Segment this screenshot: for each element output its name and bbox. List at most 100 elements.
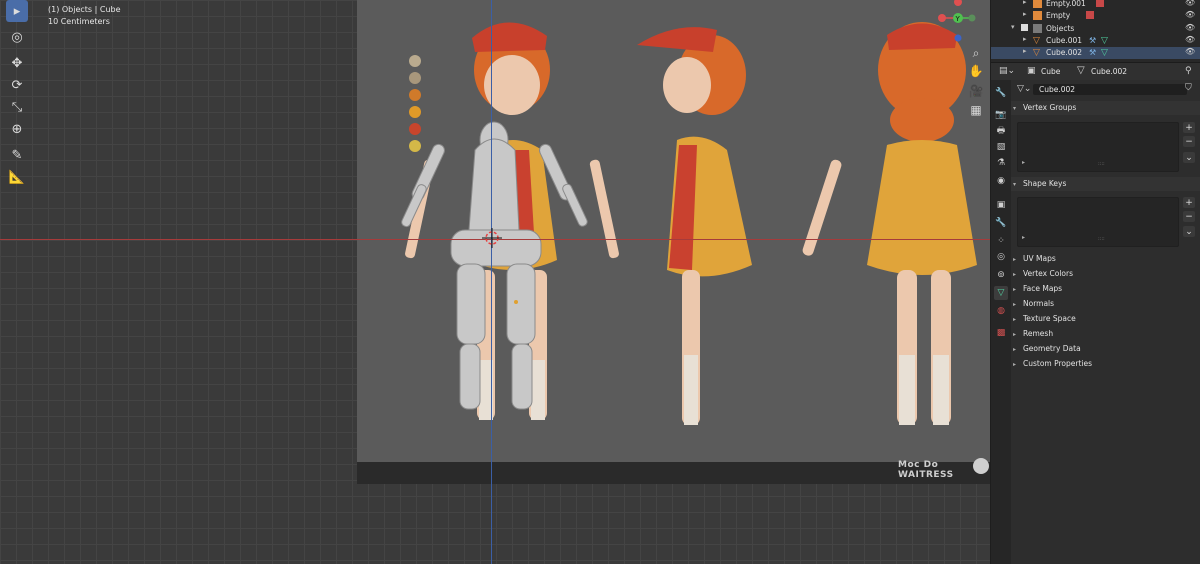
- color-swatch: [409, 106, 421, 118]
- zoom-icon[interactable]: ⌕: [966, 44, 986, 62]
- annotate-icon[interactable]: ✎: [6, 144, 28, 166]
- shape-key-menu-button[interactable]: ⌄: [1183, 226, 1195, 237]
- visibility-eye-icon[interactable]: 👁: [1185, 47, 1195, 56]
- viewport-info-scale: 10 Centimeters: [48, 17, 110, 26]
- particles-tab-icon[interactable]: ⁘: [994, 234, 1008, 248]
- 3d-viewport[interactable]: Moc Do WAITRESS (1) Objects | Cube 10 Ce…: [0, 0, 990, 564]
- custom-properties-panel[interactable]: ▸ Custom Properties: [1013, 359, 1199, 368]
- shape-keys-list[interactable]: ▸ ::::: [1017, 197, 1179, 247]
- add-vertex-group-button[interactable]: +: [1183, 122, 1195, 133]
- mesh-data-icon: ▽⌄: [1017, 84, 1032, 94]
- outliner[interactable]: ▸ Empty.001 👁 ▸ Empty 👁 ▾ Objects 👁 ▸ ▽ …: [991, 0, 1200, 62]
- character-reference-drawing: [401, 22, 977, 425]
- move-icon[interactable]: ✥: [6, 52, 28, 74]
- outliner-row[interactable]: ▸ ▽ Cube.001 ⚒ ▽ 👁: [991, 35, 1200, 47]
- normals-panel[interactable]: ▸ Normals: [1013, 299, 1199, 308]
- transform-icon[interactable]: ⊕: [6, 118, 28, 140]
- pin-icon[interactable]: ⚲: [1185, 66, 1192, 76]
- color-swatch: [409, 89, 421, 101]
- constraint-icon: [1096, 0, 1104, 7]
- cursor-icon[interactable]: ◎: [6, 26, 28, 48]
- outliner-row-selected[interactable]: ▸ ▽ Cube.002 ⚒ ▽ 👁: [991, 47, 1200, 59]
- mesh-object-icon: ▽: [1033, 36, 1040, 46]
- vertex-groups-title: ▾ Vertex Groups: [1013, 103, 1077, 112]
- list-expand-icon[interactable]: ▸: [1022, 234, 1025, 241]
- world-tab-icon[interactable]: ◉: [994, 174, 1008, 188]
- geometry-data-panel[interactable]: ▸ Geometry Data: [1013, 344, 1199, 353]
- modifier-wrench-icon: ⚒: [1089, 36, 1097, 45]
- visibility-eye-icon[interactable]: 👁: [1185, 0, 1195, 7]
- constraints-tab-icon[interactable]: ⊚: [994, 268, 1008, 282]
- scale-icon[interactable]: ⤡: [6, 96, 28, 118]
- modifier-wrench-icon: ⚒: [1089, 48, 1097, 57]
- reference-title-band: [357, 462, 990, 484]
- render-tab-icon[interactable]: 📷: [994, 108, 1008, 122]
- tool-tab-icon[interactable]: 🔧: [994, 86, 1008, 100]
- add-shape-key-button[interactable]: +: [1183, 197, 1195, 208]
- back-character: [802, 22, 977, 425]
- visibility-eye-icon[interactable]: 👁: [1185, 23, 1195, 32]
- y-axis-line: [491, 0, 492, 564]
- pan-hand-icon[interactable]: ✋: [966, 62, 986, 80]
- rotate-icon[interactable]: ⟳: [6, 74, 28, 96]
- view-layer-tab-icon[interactable]: ▧: [994, 140, 1008, 154]
- vertex-colors-panel[interactable]: ▸ Vertex Colors: [1013, 269, 1199, 278]
- viewport-info-objects: (1) Objects | Cube: [48, 5, 121, 14]
- select-box-icon[interactable]: ▸: [6, 0, 28, 22]
- vertex-group-menu-button[interactable]: ⌄: [1183, 152, 1195, 163]
- gizmo-y-label: Y: [955, 15, 961, 23]
- remesh-panel[interactable]: ▸ Remesh: [1013, 329, 1199, 338]
- color-swatch: [409, 72, 421, 84]
- empty-icon: [1033, 0, 1042, 8]
- mesh-name: Cube.002: [1091, 67, 1128, 76]
- measure-icon[interactable]: 📐: [6, 166, 28, 188]
- list-resize-grip-icon[interactable]: ::::: [1098, 161, 1105, 167]
- modifier-tab-icon[interactable]: 🔧: [994, 216, 1008, 230]
- checkbox-icon[interactable]: [1021, 24, 1028, 31]
- texture-space-panel[interactable]: ▸ Texture Space: [1013, 314, 1199, 323]
- outliner-row[interactable]: ▸ Empty.001 👁: [991, 0, 1200, 10]
- constraint-icon: [1086, 11, 1094, 19]
- list-expand-icon[interactable]: ▸: [1022, 159, 1025, 166]
- outliner-row[interactable]: ▾ Objects 👁: [991, 23, 1200, 35]
- empty-icon: [1033, 11, 1042, 20]
- remove-vertex-group-button[interactable]: −: [1183, 136, 1195, 147]
- object-origin: [514, 300, 518, 304]
- face-maps-panel[interactable]: ▸ Face Maps: [1013, 284, 1199, 293]
- navigation-gizmo[interactable]: Y: [930, 0, 980, 50]
- grid-view-icon[interactable]: ▦: [966, 101, 986, 119]
- scene-tab-icon[interactable]: ⚗: [994, 156, 1008, 170]
- object-name: Cube: [1041, 67, 1061, 76]
- properties-sidebar: ▸ Empty.001 👁 ▸ Empty 👁 ▾ Objects 👁 ▸ ▽ …: [990, 0, 1200, 564]
- properties-content: ▽⌄ Cube.002 ⛉ ▾ Vertex Groups ▸ :::: + − …: [1011, 80, 1200, 564]
- camera-icon[interactable]: 🎥: [966, 82, 986, 100]
- vertex-groups-list[interactable]: ▸ ::::: [1017, 122, 1179, 172]
- collection-icon: [1033, 24, 1042, 33]
- material-tab-icon[interactable]: ◍: [994, 304, 1008, 318]
- output-tab-icon[interactable]: 🖶: [994, 124, 1008, 138]
- mesh-data-icon: ▽: [1077, 65, 1085, 76]
- object-tab-icon[interactable]: ▣: [994, 198, 1008, 212]
- texture-tab-icon[interactable]: ▩: [994, 326, 1008, 340]
- mesh-object-icon: ▽: [1033, 48, 1040, 58]
- reference-logo: [973, 458, 989, 474]
- physics-tab-icon[interactable]: ◎: [994, 250, 1008, 264]
- shape-keys-title: ▾ Shape Keys: [1013, 179, 1067, 188]
- visibility-eye-icon[interactable]: 👁: [1185, 10, 1195, 19]
- mesh-name-field[interactable]: Cube.002: [1033, 84, 1187, 95]
- remove-shape-key-button[interactable]: −: [1183, 211, 1195, 222]
- uv-maps-panel[interactable]: ▸ UV Maps: [1013, 254, 1199, 263]
- color-swatch: [409, 123, 421, 135]
- object-icon: ▣: [1027, 66, 1036, 76]
- editor-type-icon[interactable]: ▤⌄: [999, 66, 1015, 76]
- fake-user-shield-icon[interactable]: ⛉: [1185, 83, 1192, 93]
- 3d-cursor-icon[interactable]: [482, 228, 502, 248]
- mesh-data-tab-icon[interactable]: ▽: [994, 286, 1008, 300]
- side-character: [637, 27, 752, 425]
- tool-shelf: ▸ ◎ ✥ ⟳ ⤡ ⊕ ✎ 📐: [6, 0, 30, 188]
- outliner-row[interactable]: ▸ Empty 👁: [991, 10, 1200, 22]
- list-resize-grip-icon[interactable]: ::::: [1098, 236, 1105, 242]
- visibility-eye-icon[interactable]: 👁: [1185, 35, 1195, 44]
- reference-image: [357, 0, 990, 483]
- color-swatch: [409, 55, 421, 67]
